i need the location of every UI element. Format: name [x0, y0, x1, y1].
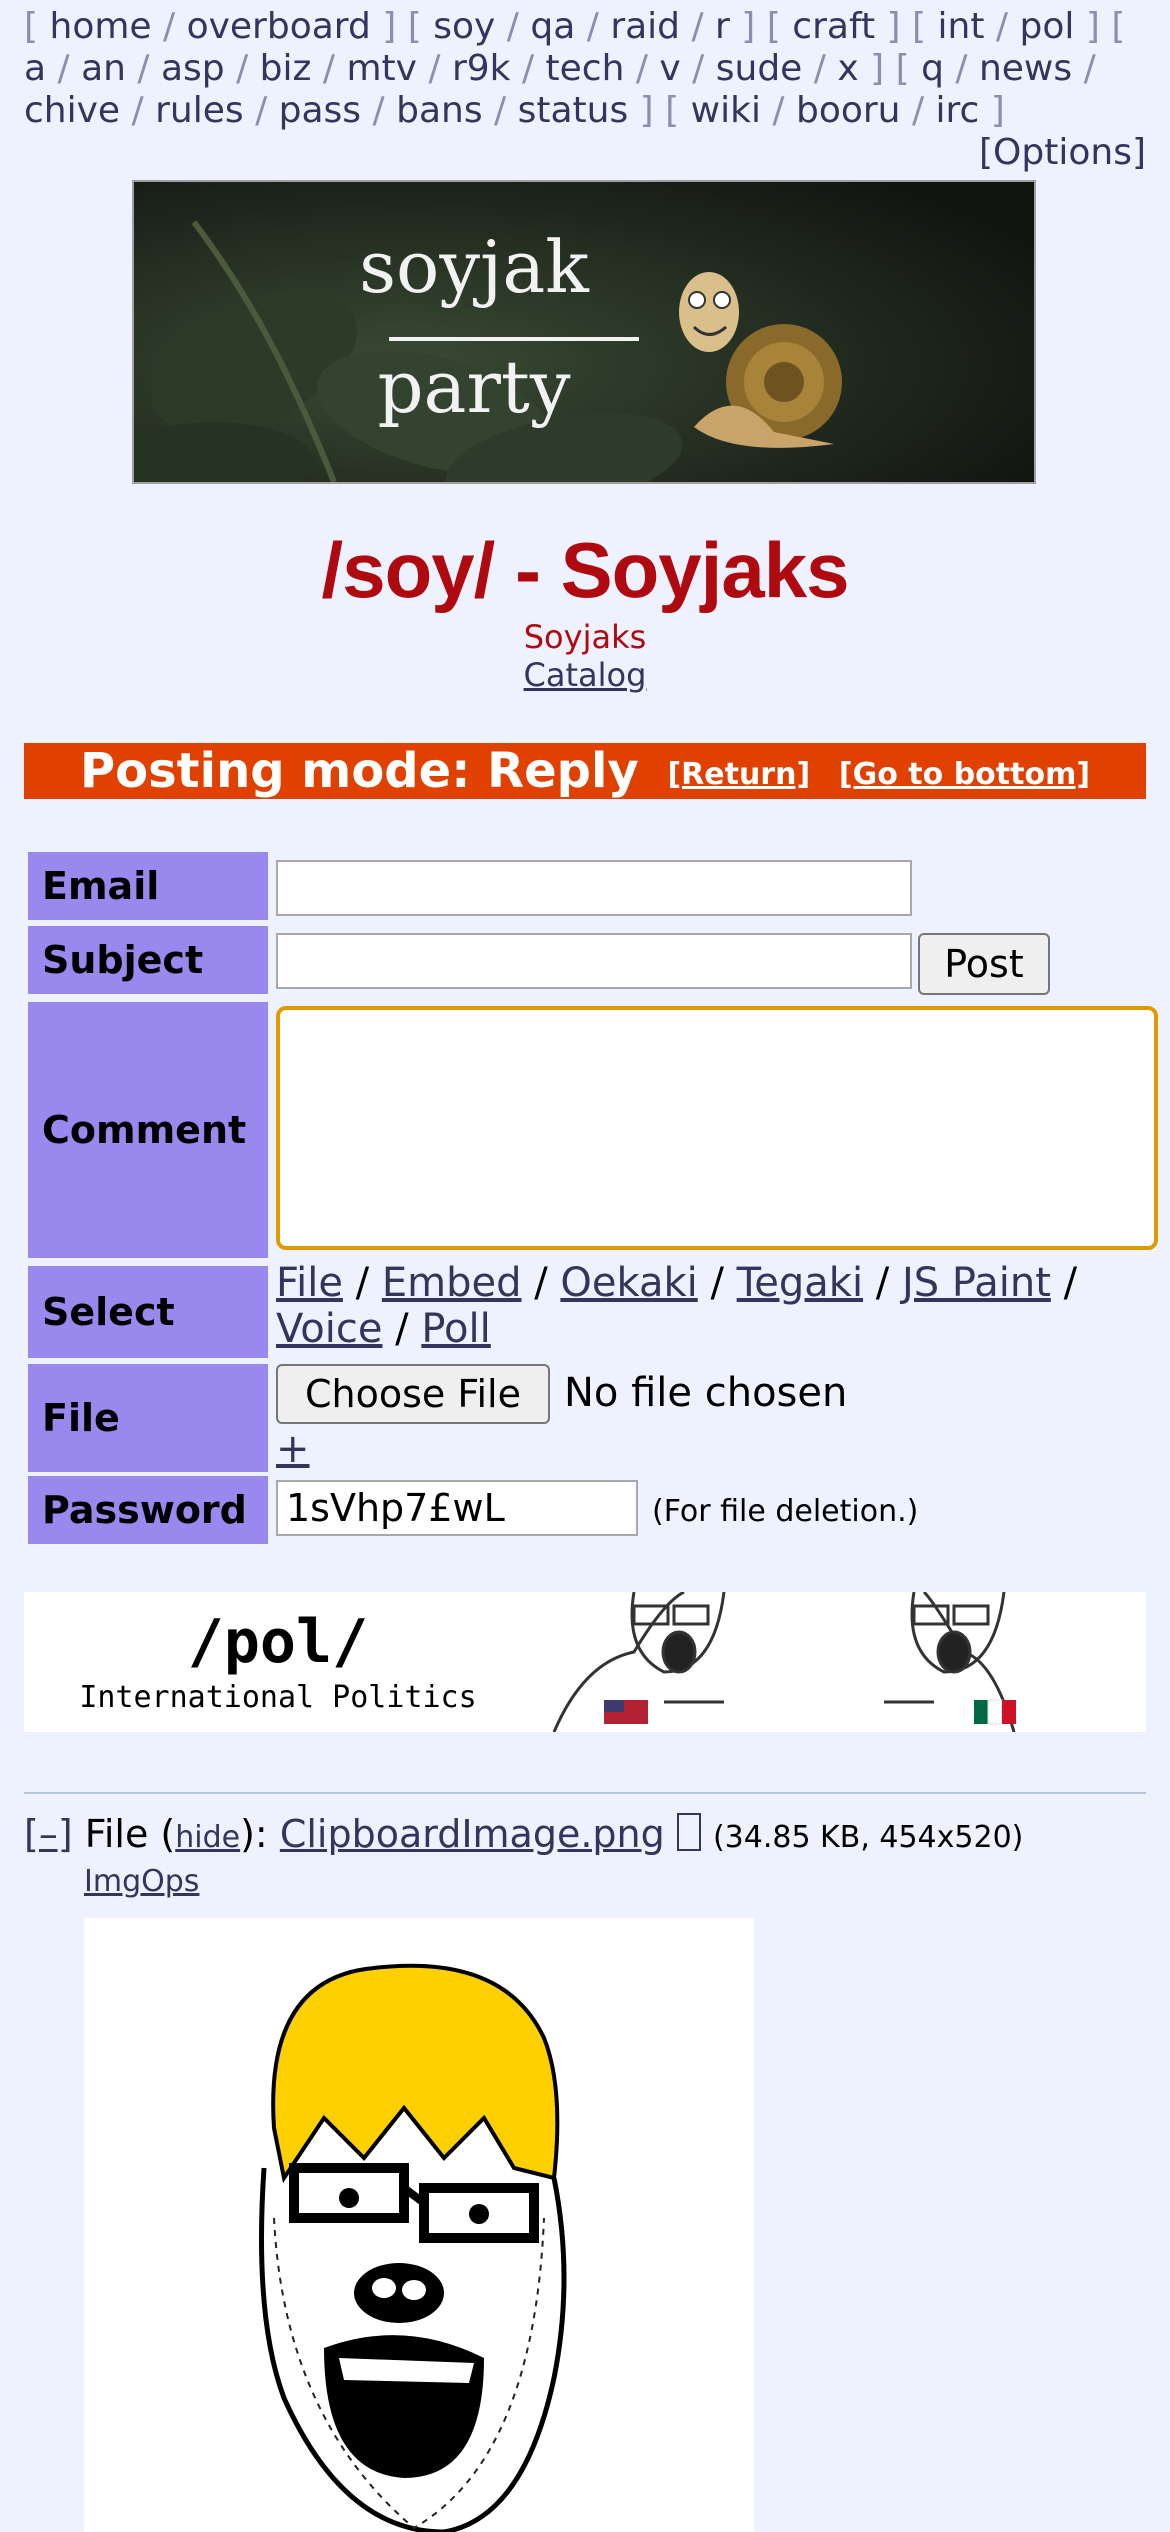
- board-link-int[interactable]: int: [938, 6, 985, 47]
- svg-text:party: party: [377, 345, 570, 429]
- select-embed-link[interactable]: Embed: [382, 1260, 522, 1306]
- board-link-home[interactable]: home: [50, 6, 152, 47]
- board-link-wiki[interactable]: wiki: [691, 90, 761, 131]
- post-file-info: [–] File (hide): ClipboardImage.png (34.…: [24, 1812, 1023, 1856]
- svg-text:soyjak: soyjak: [359, 225, 590, 309]
- board-subtitle: Soyjaks: [523, 618, 647, 656]
- banner-image: soyjak party: [134, 182, 1034, 482]
- board-title: /soy/ - Soyjaks: [321, 526, 850, 614]
- return-link[interactable]: [Return]: [667, 757, 810, 792]
- add-file-link[interactable]: +: [276, 1426, 310, 1472]
- board-list: [ home / overboard ] [ soy / qa / raid /…: [24, 6, 1126, 131]
- go-to-bottom-link[interactable]: [Go to bottom]: [839, 757, 1090, 792]
- comment-textarea[interactable]: [276, 1006, 1158, 1250]
- svg-text:/pol/: /pol/: [188, 1607, 369, 1677]
- filename-link[interactable]: ClipboardImage.png: [280, 1812, 665, 1856]
- board-link-asp[interactable]: asp: [161, 48, 225, 89]
- board-link-r[interactable]: r: [715, 6, 730, 47]
- board-link-x[interactable]: x: [837, 48, 858, 89]
- posting-mode-bar: Posting mode: Reply [Return] [Go to bott…: [24, 743, 1146, 799]
- email-label: Email: [28, 852, 268, 920]
- post-image[interactable]: [84, 1918, 754, 2532]
- select-tegaki-link[interactable]: Tegaki: [737, 1260, 863, 1306]
- board-link-soy[interactable]: soy: [433, 6, 495, 47]
- board-link-biz[interactable]: biz: [260, 48, 312, 89]
- board-link-q[interactable]: q: [921, 48, 944, 89]
- password-field[interactable]: [276, 1480, 638, 1536]
- file-mid: ):: [240, 1812, 280, 1856]
- pol-ad-banner[interactable]: /pol/ International Politics: [24, 1592, 1146, 1732]
- catalog-link[interactable]: Catalog: [524, 656, 647, 694]
- select-js-paint-link[interactable]: JS Paint: [902, 1260, 1051, 1306]
- divider: [24, 1792, 1146, 1794]
- board-link-chive[interactable]: chive: [24, 90, 120, 131]
- board-link-qa[interactable]: qa: [530, 6, 575, 47]
- select-oekaki-link[interactable]: Oekaki: [560, 1260, 697, 1306]
- board-link-v[interactable]: v: [659, 48, 680, 89]
- password-label: Password: [28, 1476, 268, 1544]
- file-prefix: File (: [84, 1812, 176, 1856]
- board-link-sude[interactable]: sude: [716, 48, 803, 89]
- board-link-craft[interactable]: craft: [792, 6, 875, 47]
- select-poll-link[interactable]: Poll: [421, 1306, 490, 1352]
- file-meta: (34.85 KB, 454x520): [712, 1820, 1024, 1855]
- collapse-toggle[interactable]: [–]: [24, 1812, 73, 1856]
- svg-text:International Politics: International Politics: [79, 1680, 476, 1715]
- pol-ad-image: /pol/ International Politics: [24, 1592, 1146, 1732]
- board-link-a[interactable]: a: [24, 48, 46, 89]
- subject-label: Subject: [28, 926, 268, 994]
- download-icon[interactable]: [676, 1813, 701, 1851]
- options-link[interactable]: [Options]: [979, 132, 1146, 173]
- board-link-pol[interactable]: pol: [1020, 6, 1075, 47]
- post-button[interactable]: Post: [918, 933, 1050, 995]
- select-file-link[interactable]: File: [276, 1260, 343, 1306]
- choose-file-button[interactable]: Choose File: [276, 1364, 550, 1424]
- subject-field[interactable]: [276, 933, 912, 989]
- select-label: Select: [28, 1266, 268, 1358]
- hide-link[interactable]: hide: [175, 1820, 240, 1855]
- board-link-status[interactable]: status: [518, 90, 629, 131]
- site-banner[interactable]: soyjak party: [132, 180, 1036, 484]
- attachment-type-links: File / Embed / Oekaki / Tegaki / JS Pain…: [276, 1260, 1078, 1352]
- board-link-bans[interactable]: bans: [396, 90, 482, 131]
- file-status: No file chosen: [564, 1370, 848, 1416]
- soyjak-image: [84, 1918, 754, 2532]
- board-link-pass[interactable]: pass: [279, 90, 361, 131]
- select-voice-link[interactable]: Voice: [276, 1306, 382, 1352]
- board-link-booru[interactable]: booru: [796, 90, 901, 131]
- comment-label: Comment: [28, 1002, 268, 1258]
- board-link-tech[interactable]: tech: [546, 48, 625, 89]
- board-link-news[interactable]: news: [979, 48, 1072, 89]
- board-link-mtv[interactable]: mtv: [346, 48, 417, 89]
- board-link-r9k[interactable]: r9k: [452, 48, 511, 89]
- imgops-link[interactable]: ImgOps: [84, 1864, 199, 1899]
- board-link-raid[interactable]: raid: [610, 6, 680, 47]
- password-note: (For file deletion.): [652, 1494, 919, 1529]
- board-link-rules[interactable]: rules: [155, 90, 244, 131]
- board-link-an[interactable]: an: [81, 48, 126, 89]
- board-link-irc[interactable]: irc: [936, 90, 980, 131]
- email-field[interactable]: [276, 860, 912, 916]
- file-label: File: [28, 1364, 268, 1472]
- board-link-overboard[interactable]: overboard: [187, 6, 371, 47]
- posting-mode-text: Posting mode: Reply: [79, 743, 639, 799]
